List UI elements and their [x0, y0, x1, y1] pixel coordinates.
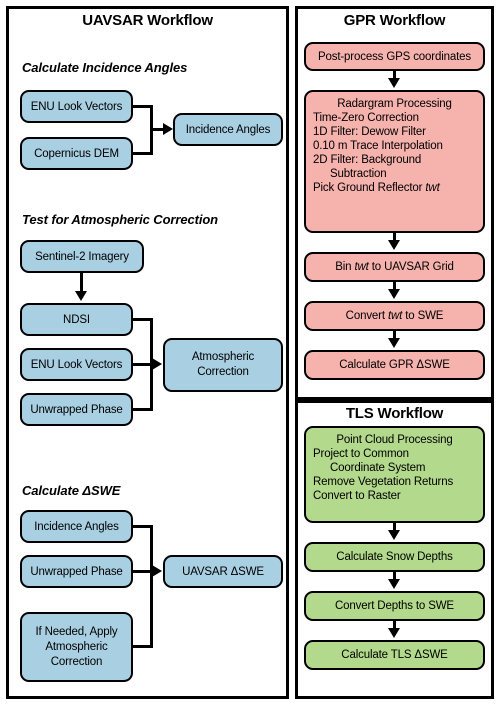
- arrowhead-icon: [388, 78, 400, 88]
- node-bin-twt-to-uavsar-grid[interactable]: Bin twt to UAVSAR Grid: [304, 252, 485, 282]
- panel-title-gpr: GPR Workflow: [343, 12, 446, 29]
- subline: 0.10 m Trace Interpolation: [313, 140, 443, 152]
- node-incidence-angles-input[interactable]: Incidence Angles: [20, 510, 133, 543]
- node-label: Convert twt to SWE: [345, 310, 444, 322]
- node-unwrapped-phase-1[interactable]: Unwrapped Phase: [20, 393, 133, 426]
- subline: Remove Vegetation Returns: [313, 476, 454, 488]
- section-heading-test-for-atmospheric-correction: Test for Atmospheric Correction: [22, 212, 219, 227]
- node-label: Post-process GPS coordinates: [317, 50, 472, 63]
- node-label: Copernicus DEM: [34, 147, 119, 160]
- node-unwrapped-phase-2[interactable]: Unwrapped Phase: [20, 555, 133, 588]
- subline: Pick Ground Reflector twt: [313, 182, 440, 194]
- section-heading-calculate-incidence-angles: Calculate Incidence Angles: [22, 60, 188, 75]
- node-content: Point Cloud Processing Project to Common…: [313, 433, 476, 503]
- arrowhead-icon: [163, 123, 173, 135]
- node-convert-depths-to-swe[interactable]: Convert Depths to SWE: [304, 591, 485, 621]
- node-calculate-snow-depths[interactable]: Calculate Snow Depths: [304, 542, 485, 572]
- node-label: Unwrapped Phase: [30, 403, 123, 416]
- subline: Subtraction: [330, 168, 387, 180]
- node-uavsar-delta-swe-output[interactable]: UAVSAR ΔSWE: [163, 555, 283, 588]
- node-label: Bin twt to UAVSAR Grid: [335, 261, 454, 273]
- subline: Convert to Raster: [313, 490, 401, 502]
- arrowhead-icon: [388, 628, 400, 638]
- subline: 2D Filter: Background: [313, 154, 422, 166]
- arrowhead-icon: [388, 240, 400, 250]
- panel-title-tls: TLS Workflow: [345, 405, 444, 422]
- connector-line: [80, 273, 83, 293]
- node-ndsi[interactable]: NDSI: [20, 303, 133, 336]
- node-label: If Needed, Apply Atmospheric Correction: [35, 625, 118, 668]
- panel-title-uavsar: UAVSAR Workflow: [82, 12, 213, 29]
- arrowhead-icon: [388, 289, 400, 299]
- node-label: Radargram Processing: [337, 98, 452, 110]
- node-label: Incidence Angles: [185, 123, 271, 136]
- subline: Time-Zero Correction: [313, 112, 419, 124]
- subline: Project to Common: [313, 448, 409, 460]
- node-copernicus-dem[interactable]: Copernicus DEM: [20, 137, 133, 170]
- node-sentinel-2-imagery[interactable]: Sentinel-2 Imagery: [20, 240, 144, 273]
- node-label: ENU Look Vectors: [30, 100, 123, 113]
- node-atmospheric-correction-output[interactable]: Atmospheric Correction: [163, 338, 283, 392]
- workflow-figure: UAVSAR Workflow GPR Workflow TLS Workflo…: [0, 0, 500, 705]
- node-label: UAVSAR ΔSWE: [182, 565, 264, 578]
- node-calculate-gpr-delta-swe[interactable]: Calculate GPR ΔSWE: [304, 350, 485, 380]
- subline: Coordinate System: [330, 462, 426, 474]
- node-if-needed-apply-atmospheric-correction[interactable]: If Needed, Apply Atmospheric Correction: [20, 612, 133, 682]
- node-label: Calculate TLS ΔSWE: [341, 649, 448, 661]
- connector-line: [150, 525, 153, 648]
- node-content: Radargram Processing Time-Zero Correctio…: [313, 97, 476, 195]
- arrowhead-icon: [388, 338, 400, 348]
- node-label: Calculate GPR ΔSWE: [339, 359, 450, 371]
- node-radargram-processing[interactable]: Radargram Processing Time-Zero Correctio…: [304, 90, 485, 233]
- node-post-process-gps-coordinates[interactable]: Post-process GPS coordinates: [304, 42, 485, 71]
- node-label: NDSI: [63, 313, 90, 326]
- arrowhead-icon: [388, 579, 400, 589]
- node-enu-look-vectors-1[interactable]: ENU Look Vectors: [20, 90, 133, 123]
- node-label: Calculate Snow Depths: [336, 551, 453, 563]
- node-label: Convert Depths to SWE: [335, 600, 454, 612]
- node-calculate-tls-delta-swe[interactable]: Calculate TLS ΔSWE: [304, 640, 485, 670]
- node-enu-look-vectors-2[interactable]: ENU Look Vectors: [20, 348, 133, 381]
- node-point-cloud-processing[interactable]: Point Cloud Processing Project to Common…: [304, 426, 485, 523]
- node-label: Unwrapped Phase: [30, 565, 123, 578]
- node-label: Point Cloud Processing: [336, 434, 453, 446]
- subline: 1D Filter: Dewow Filter: [313, 126, 426, 138]
- arrowhead-icon: [152, 358, 162, 370]
- node-label: Atmospheric Correction: [191, 351, 255, 378]
- arrowhead-icon: [75, 291, 87, 301]
- node-label: Incidence Angles: [34, 520, 119, 533]
- section-heading-calculate-delta-swe: Calculate ΔSWE: [22, 483, 121, 498]
- node-incidence-angles-output[interactable]: Incidence Angles: [173, 113, 283, 146]
- node-label: Sentinel-2 Imagery: [35, 250, 129, 263]
- arrowhead-icon: [152, 565, 162, 577]
- arrowhead-icon: [388, 530, 400, 540]
- node-convert-twt-to-swe[interactable]: Convert twt to SWE: [304, 301, 485, 331]
- node-label: ENU Look Vectors: [30, 358, 123, 371]
